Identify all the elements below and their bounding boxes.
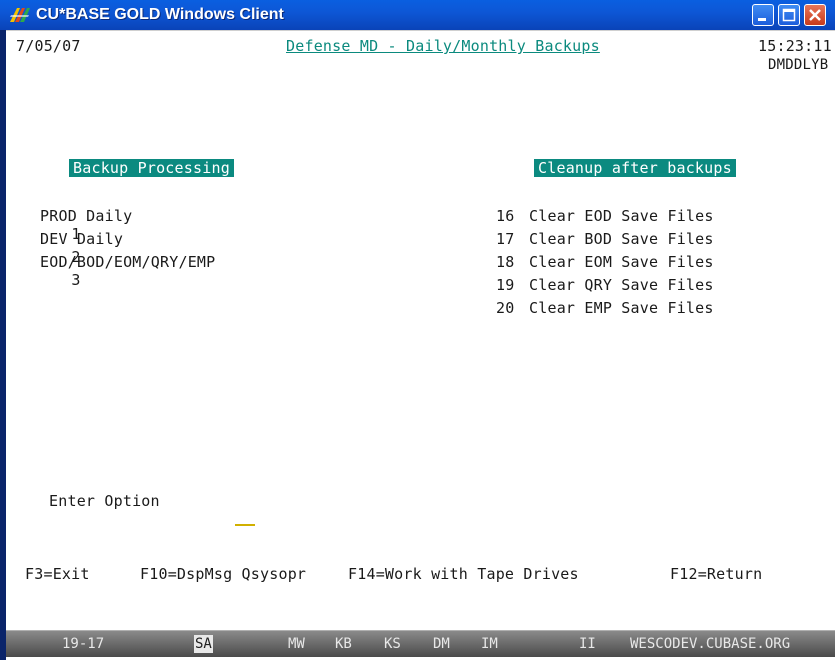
f10-dspmsg-key[interactable]: F10=DspMsg Qsysopr <box>140 565 306 583</box>
option-number: 18 <box>496 253 515 271</box>
status-indicator-im: IM <box>481 636 498 652</box>
cleanup-header: Cleanup after backups <box>534 159 736 177</box>
option-number: 19 <box>496 276 515 294</box>
screen-time: 15:23:11 <box>758 37 832 55</box>
close-button[interactable] <box>804 4 826 26</box>
option-number: 17 <box>496 230 515 248</box>
option-input[interactable] <box>180 492 256 548</box>
status-indicator-kb: KB <box>335 636 352 652</box>
option-number: 16 <box>496 207 515 225</box>
maximize-button[interactable] <box>778 4 800 26</box>
f14-tape-drives-key[interactable]: F14=Work with Tape Drives <box>348 565 579 583</box>
status-indicator-ks: KS <box>384 636 401 652</box>
option-number: 3 <box>71 271 81 289</box>
f3-exit-key[interactable]: F3=Exit <box>25 565 90 583</box>
backup-processing-header: Backup Processing <box>69 159 234 177</box>
maximize-icon <box>782 8 796 22</box>
window-title: CU*BASE GOLD Windows Client <box>36 6 284 23</box>
option-label-clear-eom[interactable]: Clear EOM Save Files <box>529 253 714 271</box>
status-indicator-sa: SA <box>194 635 213 653</box>
option-input-field[interactable] <box>235 510 256 526</box>
option-label-dev-daily[interactable]: DEV Daily <box>40 230 123 248</box>
option-label-eod-bod-eom[interactable]: EOD/BOD/EOM/QRY/EMP <box>40 253 215 271</box>
cubase-logo-icon <box>10 8 30 22</box>
option-number: 20 <box>496 299 515 317</box>
option-label-clear-qry[interactable]: Clear QRY Save Files <box>529 276 714 294</box>
program-id: DMDDLYB <box>768 57 829 73</box>
status-strip: 19-17 SA MW KB KS DM IM II WESCODEV.CUBA… <box>6 630 835 657</box>
option-label-clear-bod[interactable]: Clear BOD Save Files <box>529 230 714 248</box>
status-indicator-dm: DM <box>433 636 450 652</box>
minimize-icon <box>758 18 766 21</box>
f12-return-key[interactable]: F12=Return <box>670 565 762 583</box>
screen-heading: Defense MD - Daily/Monthly Backups <box>286 37 600 55</box>
option-label-clear-emp[interactable]: Clear EMP Save Files <box>529 299 714 317</box>
status-bar: 19-17 SA MW KB KS DM IM II WESCODEV.CUBA… <box>6 628 835 660</box>
terminal-screen[interactable]: 7/05/07 Defense MD - Daily/Monthly Backu… <box>6 30 835 629</box>
status-indicator-mw: MW <box>288 636 305 652</box>
minimize-button[interactable] <box>752 4 774 26</box>
title-bar[interactable]: CU*BASE GOLD Windows Client <box>0 0 835 30</box>
option-prompt: Enter Option <box>49 492 160 510</box>
app-window: CU*BASE GOLD Windows Client 7/05/07 Defe… <box>0 0 835 660</box>
option-label-clear-eod[interactable]: Clear EOD Save Files <box>529 207 714 225</box>
status-indicator-ii: II <box>579 636 596 652</box>
host-name: WESCODEV.CUBASE.ORG <box>630 636 791 652</box>
cursor-position: 19-17 <box>62 636 105 652</box>
close-icon <box>809 9 821 21</box>
option-label-prod-daily[interactable]: PROD Daily <box>40 207 132 225</box>
screen-date: 7/05/07 <box>16 37 81 55</box>
